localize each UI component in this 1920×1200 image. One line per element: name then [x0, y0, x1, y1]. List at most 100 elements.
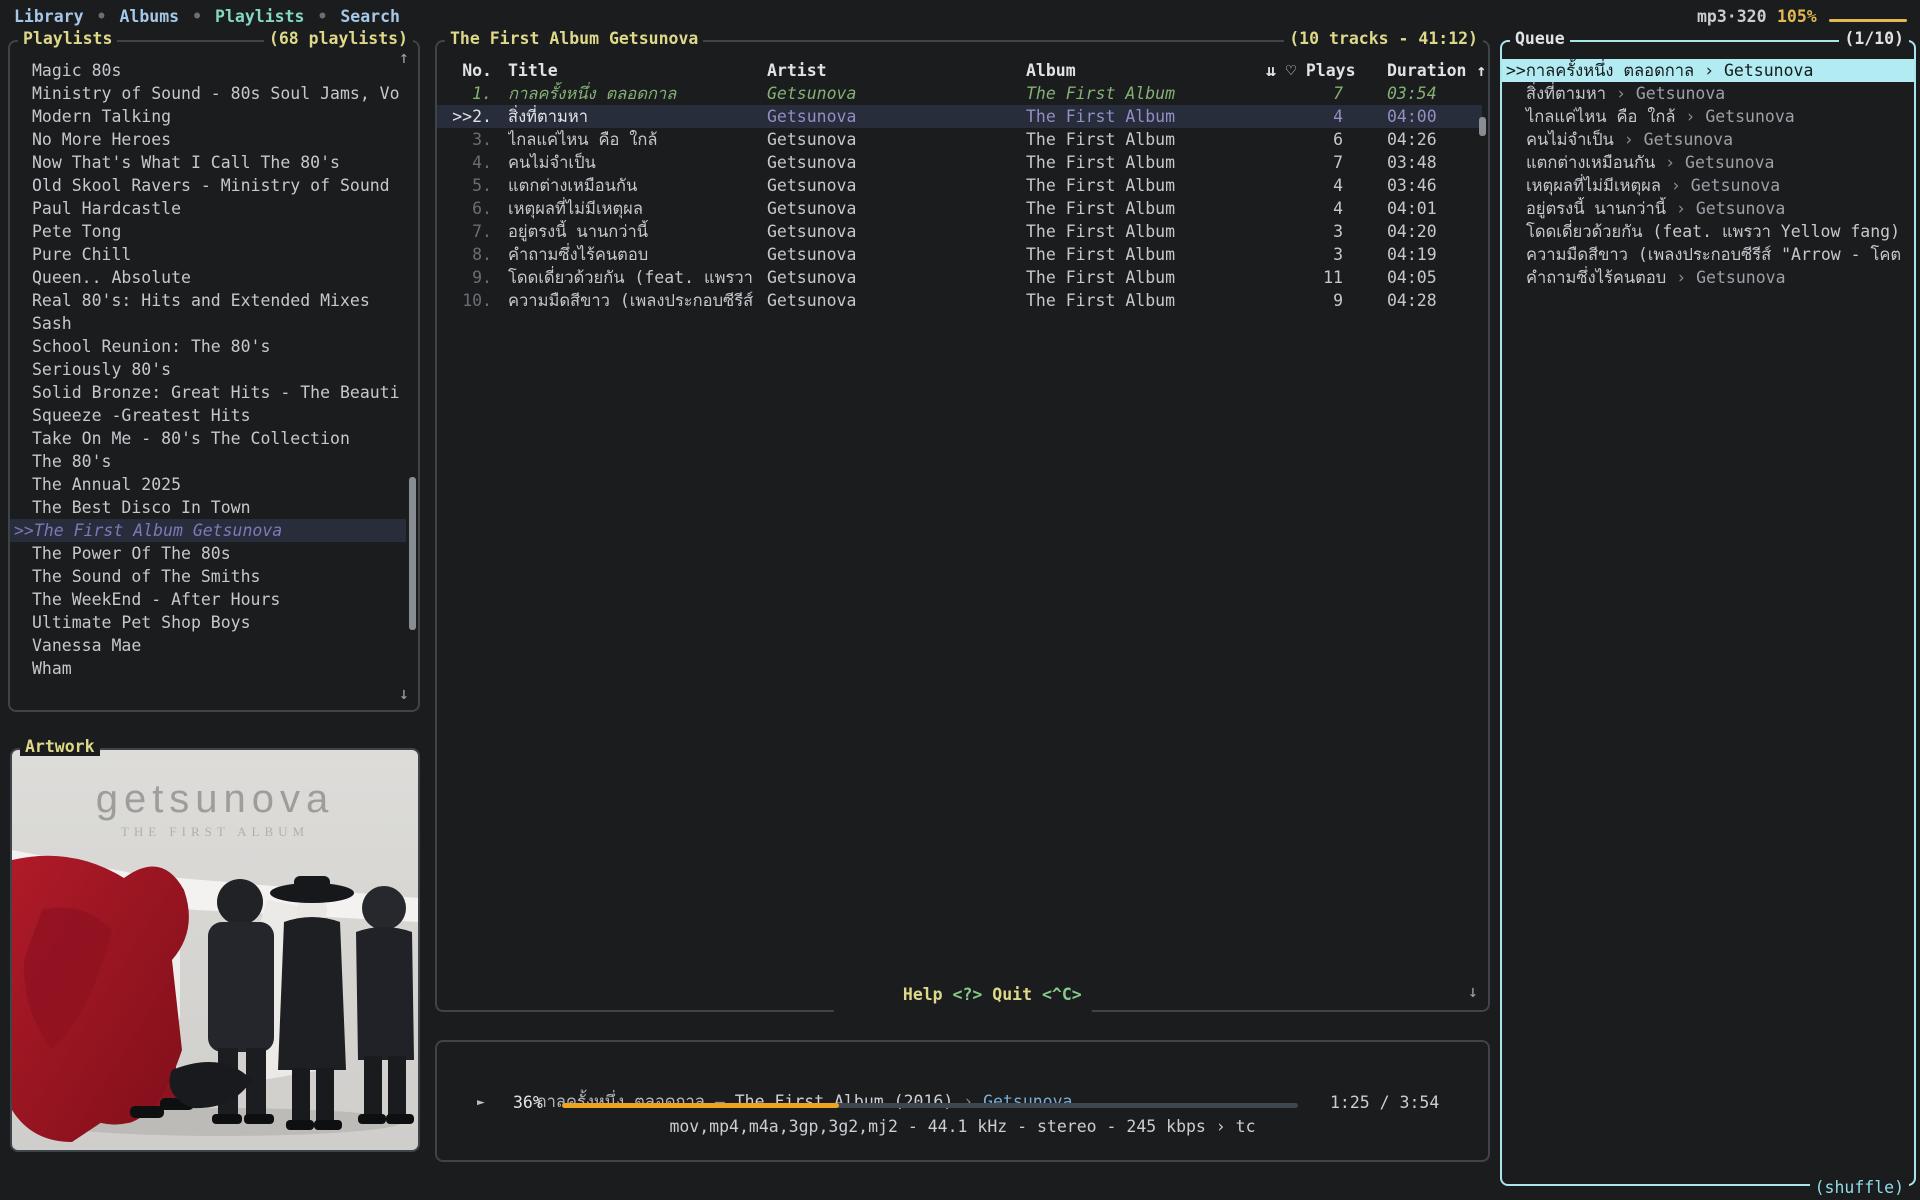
track-artist: Getsunova — [767, 105, 1026, 128]
nav-albums[interactable]: Albums — [119, 7, 179, 31]
queue-track-artist: Getsunova — [1691, 176, 1780, 195]
track-rows: 1.กาลครั้งหนึ่ง ตลอดกาลGetsunovaThe Firs… — [437, 82, 1482, 312]
playlist-item[interactable]: Old Skool Ravers - Ministry of Sound — [10, 174, 406, 197]
track-row[interactable]: 6.เหตุผลที่ไม่มีเหตุผลGetsunovaThe First… — [437, 197, 1482, 220]
queue-item[interactable]: สิ่งที่ตามหา › Getsunova — [1502, 82, 1914, 105]
queue-track-title: แตกต่างเหมือนกัน — [1526, 153, 1655, 172]
playlist-item[interactable]: Pure Chill — [10, 243, 406, 266]
playlist-name: The 80's — [32, 452, 111, 471]
track-album: The First Album — [1026, 151, 1266, 174]
nav-search[interactable]: Search — [340, 7, 400, 31]
track-row[interactable]: 9.โดดเดี่ยวด้วยกัน (feat. แพรวาGetsunova… — [437, 266, 1482, 289]
nav-playlists[interactable]: Playlists — [215, 7, 304, 31]
track-row[interactable]: 5.แตกต่างเหมือนกันGetsunovaThe First Alb… — [437, 174, 1482, 197]
queue-item[interactable]: คำถามซึ่งไร้คนตอบ › Getsunova — [1502, 266, 1914, 289]
playlist-item[interactable]: Vanessa Mae — [10, 634, 406, 657]
artwork-panel-title: Artwork — [20, 737, 100, 756]
track-row[interactable]: 10.ความมืดสีขาว (เพลงประกอบซีรีส์Getsuno… — [437, 289, 1482, 312]
playlist-item[interactable]: Paul Hardcastle — [10, 197, 406, 220]
playlist-item[interactable]: Ultimate Pet Shop Boys — [10, 611, 406, 634]
playlist-item[interactable]: Ministry of Sound - 80s Soul Jams, Vo — [10, 82, 406, 105]
playlist-item[interactable]: Real 80's: Hits and Extended Mixes — [10, 289, 406, 312]
queue-count: (1/10) — [1839, 29, 1909, 48]
track-duration: 04:05 — [1387, 266, 1486, 289]
track-number: >>2. — [447, 105, 508, 128]
queue-item[interactable]: โดดเดี่ยวด้วยกัน (feat. แพรวา Yellow fan… — [1502, 220, 1914, 243]
now-playing-title: กาลครั้งหนึ่ง ตลอดกาล — [537, 1092, 705, 1111]
column-artist: Artist — [767, 59, 1026, 82]
playlist-name: Modern Talking — [32, 107, 171, 126]
scroll-down-icon[interactable]: ↓ — [399, 684, 409, 704]
sort-icon[interactable]: ⇊ — [1266, 59, 1276, 82]
help-key[interactable]: <?> — [953, 985, 983, 1004]
column-plays-label: Plays — [1306, 61, 1356, 80]
playlist-item[interactable]: The 80's — [10, 450, 406, 473]
playlist-item[interactable]: The Annual 2025 — [10, 473, 406, 496]
track-album: The First Album — [1026, 105, 1266, 128]
queue-item[interactable]: >>กาลครั้งหนึ่ง ตลอดกาล › Getsunova — [1502, 59, 1914, 82]
track-duration: 04:19 — [1387, 243, 1486, 266]
queue-item[interactable]: อยู่ตรงนี้ นานกว่านี้ › Getsunova — [1502, 197, 1914, 220]
queue-item[interactable]: แตกต่างเหมือนกัน › Getsunova — [1502, 151, 1914, 174]
playlist-item[interactable]: The Best Disco In Town — [10, 496, 406, 519]
shuffle-mode-badge[interactable]: (shuffle) — [1810, 1178, 1909, 1197]
track-plays: 7 — [1266, 151, 1387, 174]
volume-bar[interactable] — [1829, 19, 1907, 22]
track-number: 8. — [447, 243, 508, 266]
track-album: The First Album — [1026, 243, 1266, 266]
playlist-item[interactable]: Solid Bronze: Great Hits - The Beauti — [10, 381, 406, 404]
track-plays: 4 — [1266, 174, 1387, 197]
playlist-item[interactable]: The WeekEnd - After Hours — [10, 588, 406, 611]
track-row[interactable]: 7.อยู่ตรงนี้ นานกว่านี้GetsunovaThe Firs… — [437, 220, 1482, 243]
playlist-item[interactable]: No More Heroes — [10, 128, 406, 151]
playlist-item[interactable]: Take On Me - 80's The Collection — [10, 427, 406, 450]
track-title: สิ่งที่ตามหา — [508, 105, 767, 128]
track-duration: 04:26 — [1387, 128, 1486, 151]
album-art: getsunova THE FIRST ALBUM — [12, 750, 418, 1150]
playlist-item[interactable]: Now That's What I Call The 80's — [10, 151, 406, 174]
tracklist-panel: The First Album Getsunova (10 tracks - 4… — [435, 40, 1490, 1012]
track-row[interactable]: 8.คำถามซึ่งไร้คนตอบGetsunovaThe First Al… — [437, 243, 1482, 266]
quit-key[interactable]: <^C> — [1042, 985, 1082, 1004]
playlist-item[interactable]: Magic 80s — [10, 59, 406, 82]
track-artist: Getsunova — [767, 174, 1026, 197]
queue-item[interactable]: ความมืดสีขาว (เพลงประกอบซีรีส์ "Arrow - … — [1502, 243, 1914, 266]
tracklist-scrollbar-thumb[interactable] — [1479, 117, 1486, 136]
playlist-item[interactable]: Sash — [10, 312, 406, 335]
queue-item[interactable]: เหตุผลที่ไม่มีเหตุผล › Getsunova — [1502, 174, 1914, 197]
playlist-name: Ministry of Sound - 80s Soul Jams, Vo — [32, 84, 400, 103]
column-no: No. — [447, 59, 508, 82]
heart-icon[interactable]: ♡ — [1286, 59, 1296, 82]
playlist-item[interactable]: School Reunion: The 80's — [10, 335, 406, 358]
queue-separator: › — [1666, 199, 1696, 218]
playlist-item[interactable]: Pete Tong — [10, 220, 406, 243]
queue-item[interactable]: คนไม่จำเป็น › Getsunova — [1502, 128, 1914, 151]
queue-item[interactable]: ไกลแค่ไหน คือ ใกล้ › Getsunova — [1502, 105, 1914, 128]
progress-bar[interactable] — [562, 1103, 1298, 1108]
track-album: The First Album — [1026, 197, 1266, 220]
playlist-item[interactable]: Modern Talking — [10, 105, 406, 128]
now-playing-album: The First Album (2016) — [735, 1092, 954, 1111]
track-row[interactable]: 4.คนไม่จำเป็นGetsunovaThe First Album703… — [437, 151, 1482, 174]
playlist-item[interactable]: Squeeze -Greatest Hits — [10, 404, 406, 427]
playlist-item[interactable]: The Power Of The 80s — [10, 542, 406, 565]
track-number: 1. — [447, 82, 508, 105]
playlist-item[interactable]: >>The First Album Getsunova — [10, 519, 406, 542]
playlist-item[interactable]: Seriously 80's — [10, 358, 406, 381]
playlist-item[interactable]: Wham — [10, 657, 406, 680]
stream-details: mov,mp4,m4a,3gp,3g2,mj2 - 44.1 kHz - ste… — [437, 1117, 1488, 1136]
track-row[interactable]: 3.ไกลแค่ไหน คือ ใกล้GetsunovaThe First A… — [437, 128, 1482, 151]
play-status-icon[interactable]: ► — [477, 1095, 485, 1110]
track-duration: 04:01 — [1387, 197, 1486, 220]
track-title: ความมืดสีขาว (เพลงประกอบซีรีส์ — [508, 289, 767, 312]
playlists-scrollbar-thumb[interactable] — [409, 477, 416, 630]
queue-track-title: คนไม่จำเป็น — [1526, 130, 1614, 149]
playlist-item[interactable]: Queen.. Absolute — [10, 266, 406, 289]
track-row[interactable]: 1.กาลครั้งหนึ่ง ตลอดกาลGetsunovaThe Firs… — [437, 82, 1482, 105]
playlist-item[interactable]: The Sound of The Smiths — [10, 565, 406, 588]
playlist-name: No More Heroes — [32, 130, 171, 149]
nav-library[interactable]: Library — [14, 7, 84, 31]
tracklist-scroll-down-icon[interactable]: ↓ — [1468, 982, 1478, 1002]
track-row[interactable]: >>2.สิ่งที่ตามหาGetsunovaThe First Album… — [437, 105, 1482, 128]
cover-band-text: getsunova — [96, 777, 335, 821]
